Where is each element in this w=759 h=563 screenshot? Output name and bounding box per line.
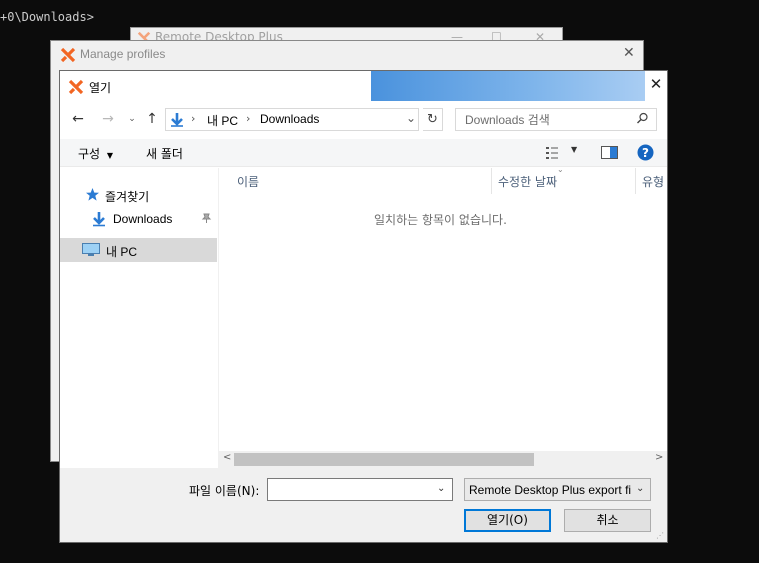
refresh-icon[interactable]: ↻ [423,108,443,131]
up-arrow-icon[interactable]: ↑ [142,109,162,129]
close-icon[interactable]: ✕ [645,75,667,97]
nav-item-label: Downloads [113,212,173,226]
address-segment-downloads[interactable]: Downloads [260,112,319,126]
file-type-filter-select[interactable]: Remote Desktop Plus export fi ⌄ [464,478,651,501]
star-icon [86,188,99,201]
cancel-button[interactable]: 취소 [564,509,651,532]
scrollbar-thumb[interactable] [234,453,534,466]
organize-button[interactable]: 구성 ▼ [78,145,113,162]
column-divider[interactable] [635,168,636,194]
column-header-type[interactable]: 유형 [642,173,664,193]
new-folder-button[interactable]: 새 폴더 [146,145,183,162]
nav-item-this-pc[interactable]: 내 PC [60,238,217,262]
organize-label: 구성 [78,147,101,161]
file-list[interactable]: 이름 ⌄ 수정한 날짜 유형 일치하는 항목이 없습니다. [218,165,667,451]
search-icon[interactable] [636,112,649,125]
chevron-down-icon[interactable]: ⌄ [437,483,445,494]
forward-arrow-icon[interactable]: → [98,109,118,129]
back-arrow-icon[interactable]: ← [68,109,88,129]
recent-locations-chevron-icon[interactable]: ⌄ [122,109,142,129]
scroll-right-icon[interactable]: > [655,452,663,463]
column-header-name[interactable]: 이름 [237,173,259,193]
horizontal-scrollbar[interactable]: < > [218,451,667,468]
manage-profiles-title: Manage profiles [80,47,166,61]
manage-profiles-logo-icon [60,47,76,63]
app-logo-icon [68,79,84,95]
column-header-date-modified[interactable]: 수정한 날짜 [498,173,557,193]
sort-chevron-icon: ⌄ [557,165,564,174]
title-gradient-band [371,71,645,101]
nav-item-label: 즐겨찾기 [105,190,150,204]
help-icon[interactable]: ? [637,144,654,161]
close-icon[interactable]: ✕ [623,45,635,61]
view-dropdown-chevron-icon[interactable]: ▼ [571,145,577,154]
preview-pane-icon[interactable] [601,146,618,159]
chevron-down-icon: ▼ [106,151,114,160]
search-input[interactable] [456,109,634,130]
resize-grip-icon[interactable]: ⋰ [656,531,664,540]
navigation-pane: 즐겨찾기 Downloads 내 PC [60,168,217,466]
nav-item-downloads[interactable]: Downloads [60,207,217,231]
filename-combobox[interactable]: ⌄ [267,478,453,501]
open-file-dialog[interactable]: 열기 ✕ ← → ⌄ ↑ › 내 PC › Downloads ⌄ ↻ 구성 ▼… [59,70,668,543]
monitor-icon [82,243,100,256]
view-options-icon[interactable] [545,146,563,160]
address-history-dropdown-icon[interactable]: ⌄ [406,111,416,125]
console-prompt: +0\Downloads> [0,10,94,24]
address-bar[interactable]: › 내 PC › Downloads ⌄ [165,108,419,131]
downloads-folder-icon [171,113,183,127]
downloads-arrow-icon [93,212,105,227]
empty-folder-message: 일치하는 항목이 없습니다. [374,213,507,227]
search-box[interactable] [455,108,657,131]
nav-item-label: 내 PC [106,245,138,259]
file-type-filter-value: Remote Desktop Plus export fi [469,483,632,497]
svg-text:?: ? [642,146,649,160]
filename-label: 파일 이름(N): [189,484,260,498]
chevron-down-icon[interactable]: ⌄ [636,483,644,494]
address-separator-chevron-icon[interactable]: › [246,112,250,125]
scroll-left-icon[interactable]: < [223,452,231,463]
open-button[interactable]: 열기(O) [464,509,551,532]
command-toolbar: 구성 ▼ 새 폴더 ▼ ? [60,139,667,167]
address-segment-this-pc[interactable]: 내 PC [207,112,238,129]
nav-item-favorites[interactable]: 즐겨찾기 [60,183,217,207]
dialog-title: 열기 [89,81,112,95]
address-separator-chevron-icon[interactable]: › [191,112,195,125]
pin-icon[interactable] [201,213,212,224]
column-divider[interactable] [491,168,492,194]
dialog-footer: 파일 이름(N): ⌄ Remote Desktop Plus export f… [60,468,667,542]
